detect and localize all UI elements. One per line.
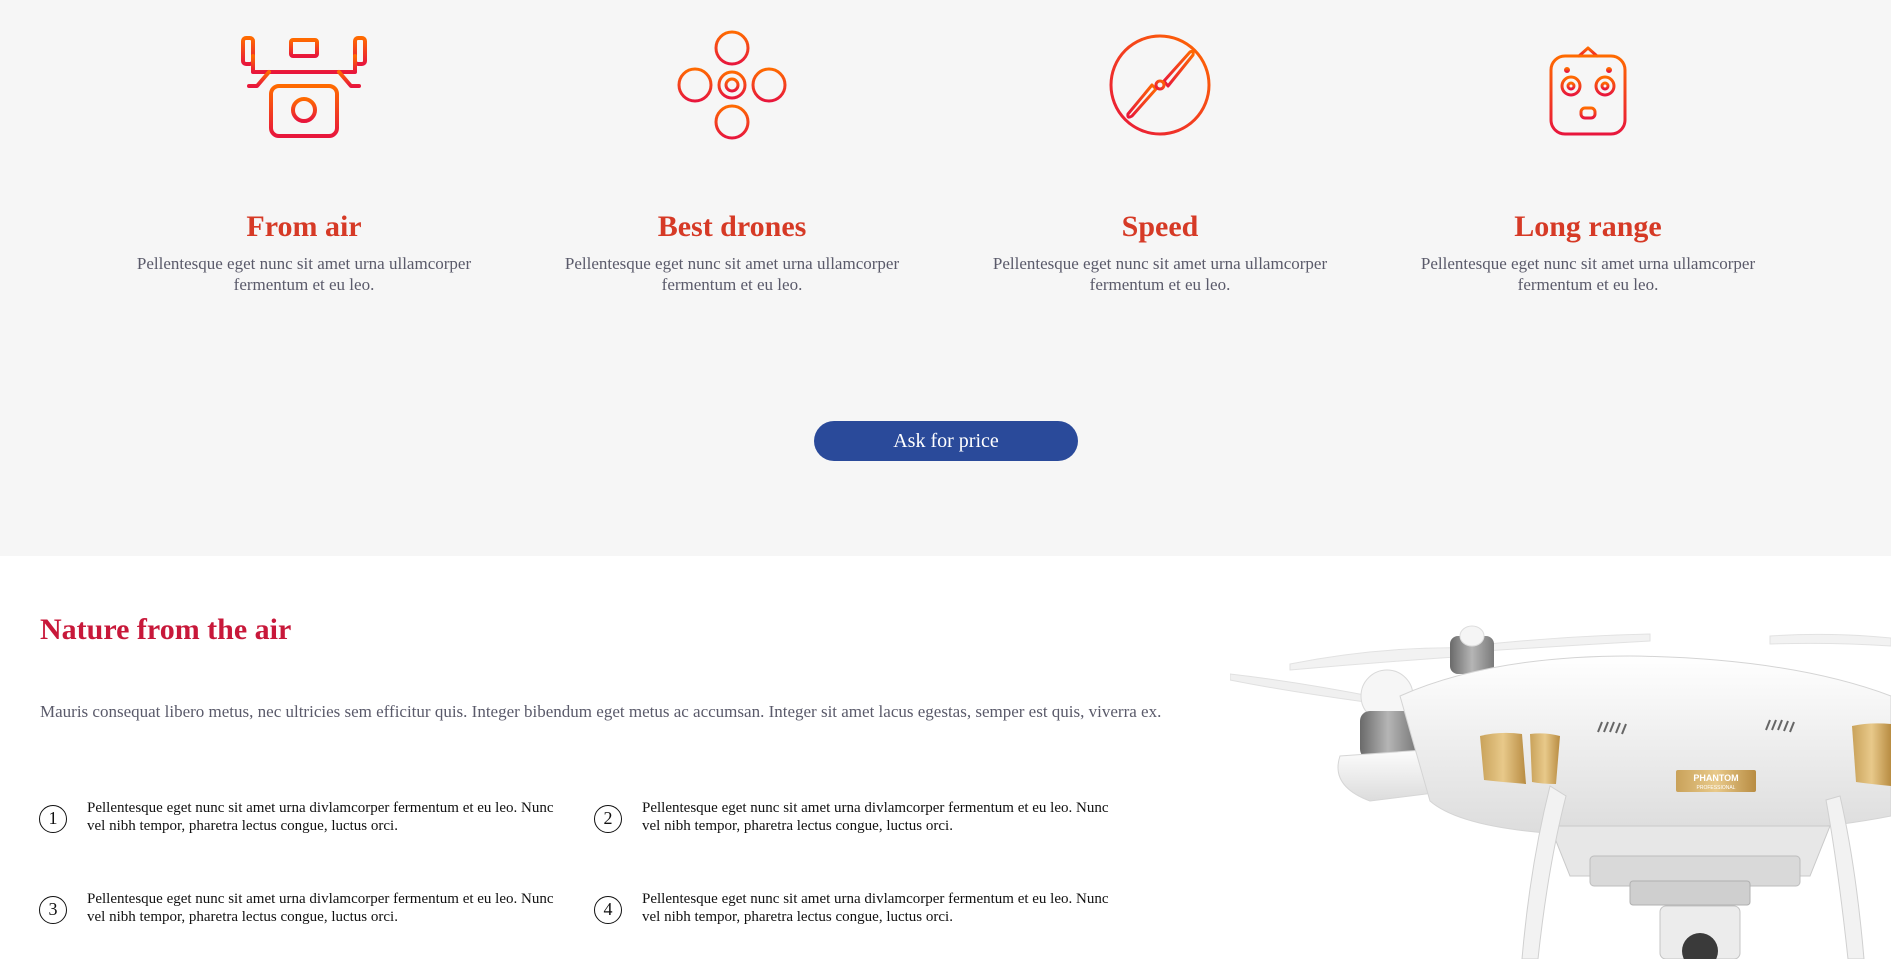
drone-photo: PHANTOM PROFESSIONAL — [1230, 586, 1891, 959]
number-badge: 2 — [594, 805, 622, 833]
features-section: From air Pellentesque eget nunc sit amet… — [0, 0, 1891, 556]
nature-section: Nature from the air Mauris consequat lib… — [0, 556, 1891, 959]
feature-title: Best drones — [657, 210, 807, 243]
feature-text: Pellentesque eget nunc sit amet urna ull… — [1420, 254, 1756, 294]
list-item-text: Pellentesque eget nunc sit amet urna div… — [642, 800, 1109, 834]
camera-drone-icon — [209, 30, 399, 140]
ask-for-price-button[interactable]: Ask for price — [814, 421, 1078, 461]
list-item: 4 Pellentesque eget nunc sit amet urna d… — [594, 890, 1124, 930]
number-badge: 4 — [594, 896, 622, 924]
feature-title: From air — [246, 210, 362, 243]
drone-badge-text: PHANTOM — [1693, 773, 1738, 783]
feature-text: Pellentesque eget nunc sit amet urna ull… — [992, 254, 1328, 294]
feature-text: Pellentesque eget nunc sit amet urna ull… — [136, 254, 472, 294]
list-item: 2 Pellentesque eget nunc sit amet urna d… — [594, 799, 1124, 839]
feature-title: Speed — [1121, 210, 1199, 243]
number-badge: 3 — [39, 896, 67, 924]
section-intro: Mauris consequat libero metus, nec ultri… — [40, 702, 1162, 721]
list-item-text: Pellentesque eget nunc sit amet urna div… — [87, 891, 554, 925]
list-item: 3 Pellentesque eget nunc sit amet urna d… — [39, 890, 569, 930]
propeller-icon — [1065, 30, 1255, 140]
feature-title: Long range — [1514, 210, 1662, 243]
list-item-text: Pellentesque eget nunc sit amet urna div… — [642, 891, 1109, 925]
list-item: 1 Pellentesque eget nunc sit amet urna d… — [39, 799, 569, 839]
quadcopter-icon — [637, 30, 827, 140]
feature-text: Pellentesque eget nunc sit amet urna ull… — [564, 254, 900, 294]
number-badge: 1 — [39, 805, 67, 833]
section-title: Nature from the air — [40, 613, 292, 646]
drone-badge-subtext: PROFESSIONAL — [1697, 785, 1736, 791]
remote-controller-icon — [1493, 30, 1683, 140]
list-item-text: Pellentesque eget nunc sit amet urna div… — [87, 800, 554, 834]
